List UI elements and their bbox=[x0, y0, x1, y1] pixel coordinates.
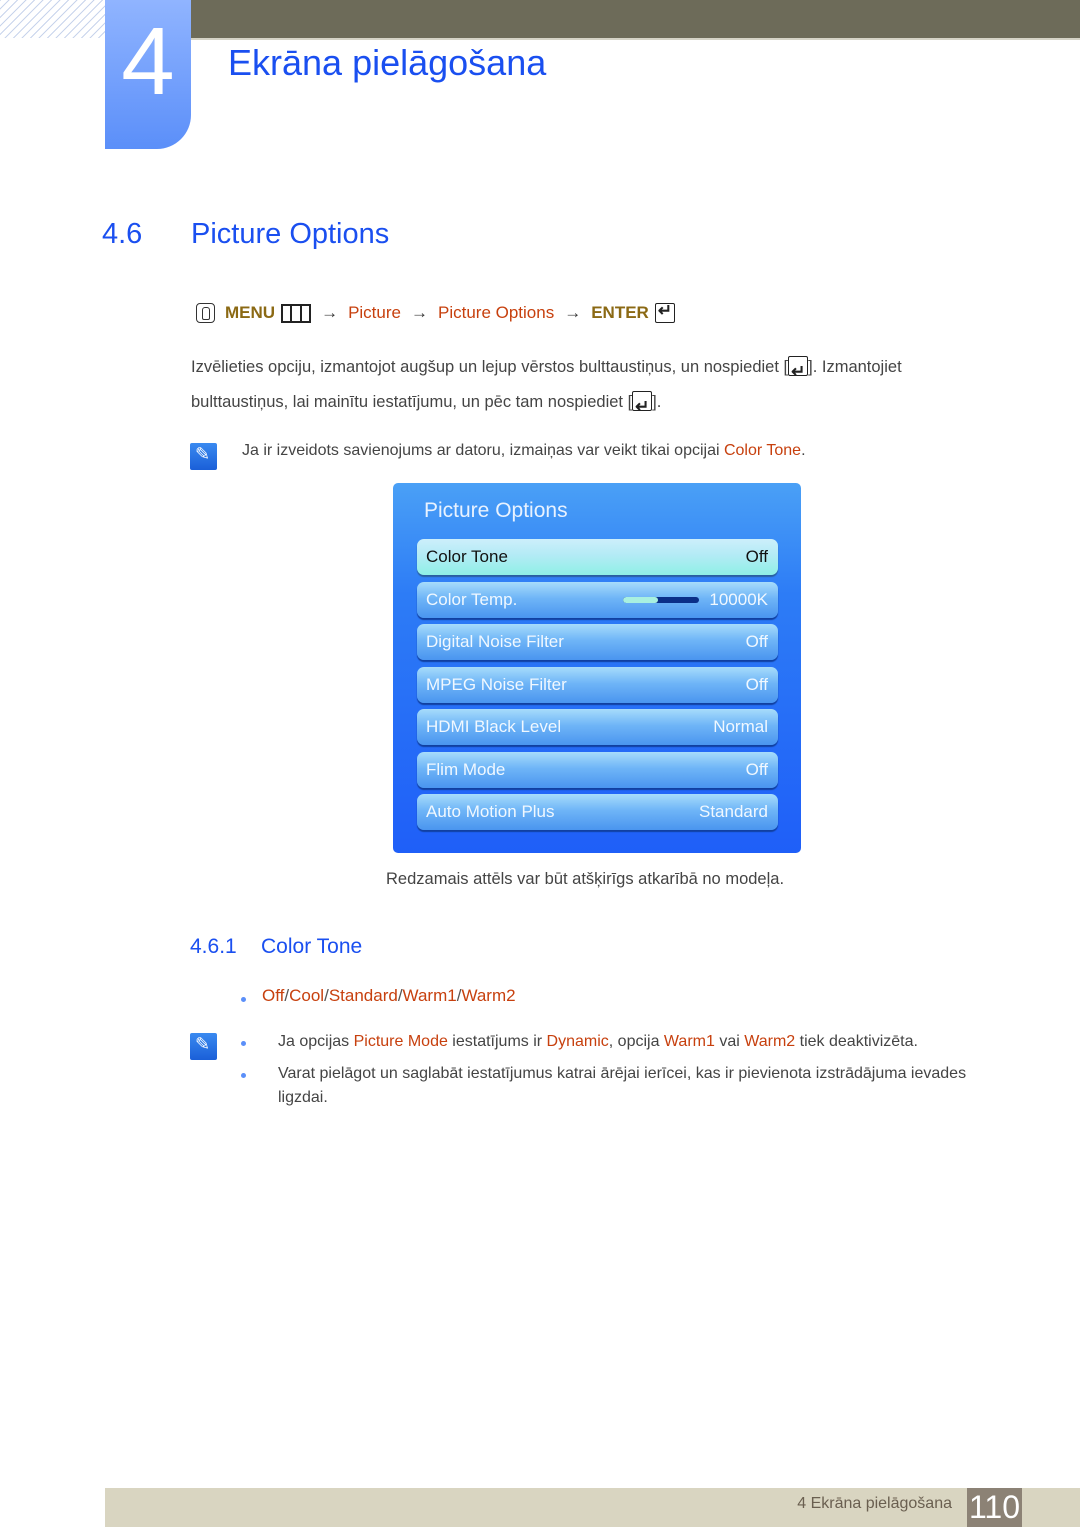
osd-row-value: Standard bbox=[699, 802, 768, 821]
option-warm1: Warm1 bbox=[402, 986, 457, 1005]
osd-row-label: Color Temp. bbox=[426, 590, 518, 609]
enter-icon bbox=[632, 389, 653, 424]
header-hatch-pattern bbox=[0, 0, 105, 38]
highlight: Warm2 bbox=[744, 1033, 796, 1050]
highlight: Picture Mode bbox=[353, 1033, 448, 1050]
osd-caption: Redzamais attēls var būt atšķirīgs atkar… bbox=[386, 870, 785, 888]
note-item: Varat pielāgot un saglabāt iestatījumus … bbox=[278, 1062, 966, 1110]
menu-step-picture: Picture bbox=[348, 303, 401, 322]
menu-icon bbox=[281, 303, 312, 323]
slider-fill bbox=[623, 597, 658, 603]
intro-text: ]. bbox=[652, 393, 662, 411]
menu-label: MENU bbox=[225, 303, 276, 322]
picture-options-osd: Picture Options Color Tone Off Color Tem… bbox=[393, 483, 801, 853]
osd-row-color-temp[interactable]: Color Temp. 10000K bbox=[417, 582, 778, 618]
osd-row-label: Digital Noise Filter bbox=[426, 632, 564, 651]
subsection-title: Color Tone bbox=[261, 935, 363, 958]
chapter-number: 4 bbox=[121, 8, 175, 115]
menu-path: MENU → Picture → Picture Options → ENTER bbox=[196, 301, 675, 323]
intro-paragraph: Izvēlieties opciju, izmantojot augšup un… bbox=[191, 350, 991, 424]
arrow-icon: → bbox=[564, 303, 582, 322]
color-tone-options: Off/Cool/Standard/Warm1/Warm2 bbox=[262, 986, 516, 1006]
note-highlight: Color Tone bbox=[723, 442, 802, 459]
footer-chapter-label: 4 Ekrāna pielāgošana bbox=[797, 1495, 952, 1512]
intro-text: ]. Izmantojiet bbox=[808, 358, 902, 376]
osd-row-label: Auto Motion Plus bbox=[426, 802, 555, 821]
menu-step-picture-options: Picture Options bbox=[437, 303, 555, 322]
color-temp-slider[interactable] bbox=[623, 597, 700, 603]
enter-icon bbox=[788, 354, 809, 389]
highlight: Warm1 bbox=[663, 1033, 715, 1050]
osd-row-digital-noise-filter[interactable]: Digital Noise Filter Off bbox=[417, 624, 778, 660]
enter-icon bbox=[654, 301, 675, 323]
arrow-icon: → bbox=[410, 303, 428, 322]
option-standard: Standard bbox=[328, 986, 398, 1005]
note-body: Ja ir izveidots savienojums ar datoru, i… bbox=[242, 442, 724, 459]
header-bar bbox=[190, 0, 1080, 38]
subsection-number: 4.6.1 bbox=[190, 935, 237, 958]
highlight: Dynamic bbox=[546, 1033, 609, 1050]
note-text: Ja ir izveidots savienojums ar datoru, i… bbox=[242, 442, 806, 460]
osd-row-value: Off bbox=[745, 547, 768, 566]
arrow-icon: → bbox=[321, 303, 339, 322]
option-cool: Cool bbox=[289, 986, 325, 1005]
chapter-tab: 4 bbox=[105, 0, 191, 149]
osd-row-auto-motion-plus[interactable]: Auto Motion Plus Standard bbox=[417, 794, 778, 830]
page-number: 110 bbox=[967, 1488, 1022, 1527]
text: tiek deaktivizēta. bbox=[795, 1033, 918, 1050]
text: vai bbox=[714, 1033, 745, 1050]
osd-row-value: Off bbox=[745, 760, 768, 779]
note-end: . bbox=[801, 442, 806, 459]
bullet-icon bbox=[241, 997, 246, 1002]
option-off: Off bbox=[262, 986, 285, 1005]
text: Varat pielāgot un saglabāt iestatījumus … bbox=[278, 1065, 967, 1082]
osd-row-mpeg-noise-filter[interactable]: MPEG Noise Filter Off bbox=[417, 667, 778, 703]
osd-row-hdmi-black-level[interactable]: HDMI Black Level Normal bbox=[417, 709, 778, 745]
text: iestatījums ir bbox=[447, 1033, 547, 1050]
intro-text: Izvēlieties opciju, izmantojot augšup un… bbox=[191, 358, 789, 376]
osd-row-flim-mode[interactable]: Flim Mode Off bbox=[417, 752, 778, 788]
enter-label: ENTER bbox=[591, 303, 649, 322]
bullet-icon bbox=[241, 1073, 246, 1078]
text: ligzdai. bbox=[278, 1089, 328, 1106]
text: , opcija bbox=[608, 1033, 664, 1050]
osd-title: Picture Options bbox=[424, 499, 568, 522]
text: Ja opcijas bbox=[278, 1033, 354, 1050]
note-item: Ja opcijas Picture Mode iestatījums ir D… bbox=[278, 1030, 918, 1054]
remote-hand-icon bbox=[196, 303, 215, 323]
note-icon bbox=[190, 443, 217, 470]
osd-row-value: Off bbox=[745, 632, 768, 651]
intro-text: bulttaustiņus, lai mainītu iestatījumu, … bbox=[191, 393, 633, 411]
osd-row-value: 10000K bbox=[709, 590, 768, 609]
osd-row-label: MPEG Noise Filter bbox=[426, 675, 567, 694]
note-icon bbox=[190, 1033, 217, 1060]
osd-row-label: HDMI Black Level bbox=[426, 717, 562, 736]
section-title: Picture Options bbox=[191, 218, 390, 250]
section-number: 4.6 bbox=[102, 218, 143, 250]
option-warm2: Warm2 bbox=[461, 986, 516, 1005]
osd-row-value: Normal bbox=[713, 717, 768, 736]
osd-row-value: Off bbox=[745, 675, 768, 694]
bullet-icon bbox=[241, 1041, 246, 1046]
osd-row-label: Flim Mode bbox=[426, 760, 506, 779]
osd-row-label: Color Tone bbox=[426, 547, 508, 566]
chapter-title: Ekrāna pielāgošana bbox=[228, 42, 547, 83]
osd-row-color-tone[interactable]: Color Tone Off bbox=[417, 539, 778, 575]
